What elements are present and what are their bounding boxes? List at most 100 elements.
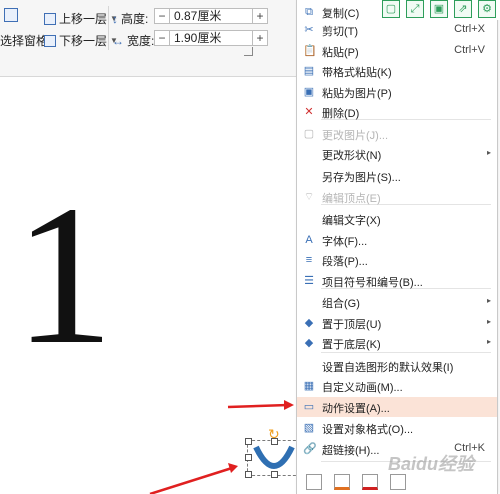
bring-to-front-icon: ◆ [304, 317, 314, 329]
action-settings-icon: ▭ [303, 401, 315, 413]
change-image-icon: ▢ [303, 128, 315, 140]
paste-format-icon: ▤ [303, 65, 315, 77]
height-label: 高度: [121, 12, 149, 26]
arc-shape-icon [253, 445, 295, 469]
paste-image-icon: ▣ [303, 86, 315, 98]
slide-big-number[interactable]: 1 [14, 176, 114, 376]
ribbon-toolbar: 选择窗格 上移一层 ▼ 下移一层 ▼ ↕ 高度: − 0.87厘米 + ↔ 宽度… [0, 0, 296, 77]
menu-item-16[interactable]: ◆ 置于底层(K) ▸ [297, 333, 497, 353]
selection-pane-button[interactable]: 选择窗格 [0, 32, 48, 49]
menu-item-label: 剪切(T) [322, 26, 359, 38]
menu-item-6: ▢ 更改图片(J)... [297, 124, 497, 144]
menu-item-label: 字体(F)... [322, 236, 368, 248]
width-icon: ↔ [112, 33, 124, 48]
quick-action-bar: ▢ ⤢ ▣ ⇗ ⚙ [378, 0, 500, 20]
resize-handle[interactable] [245, 471, 252, 478]
resize-handle[interactable] [245, 454, 252, 461]
selection-pane-icon-wrap[interactable] [4, 8, 18, 22]
resize-handle[interactable] [271, 471, 278, 478]
bring-forward-button[interactable]: 上移一层 ▼ [44, 10, 118, 27]
width-increase-button[interactable]: + [252, 30, 268, 46]
animation-icon: ▦ [303, 380, 315, 392]
delete-icon: ✕ [304, 106, 314, 118]
width-input[interactable]: 1.90厘米 [170, 30, 252, 46]
menu-item-17[interactable]: 设置自选图形的默认效果(I) [297, 356, 497, 376]
crop-icon[interactable]: ▢ [382, 0, 400, 18]
menu-item-3[interactable]: ▤ 带格式粘贴(K) [297, 61, 497, 81]
send-to-back-icon: ◆ [304, 337, 314, 349]
arrow-head-icon [228, 463, 238, 473]
selection-pane-label: 选择窗格 [0, 34, 49, 48]
height-decrease-button[interactable]: − [154, 8, 170, 24]
fullscreen-icon[interactable]: ⤢ [406, 0, 424, 18]
format-object-icon: ▧ [303, 422, 315, 434]
menu-item-18[interactable]: ▦ 自定义动画(M)... [297, 376, 497, 396]
save-icon[interactable]: ▣ [430, 0, 448, 18]
menu-item-label: 带格式粘贴(K) [322, 67, 392, 79]
resize-handle[interactable] [245, 438, 252, 445]
menu-item-9: ⌔ 编辑顶点(E) [297, 187, 497, 207]
menu-item-label: 组合(G) [322, 298, 360, 310]
context-menu: ⧉ 复制(C) ✂ 剪切(T) Ctrl+X 📋 粘贴(P) Ctrl+V ▤ 带格式粘贴(K) ▣… [296, 0, 498, 494]
scissors-icon: ✂ [304, 24, 314, 36]
watermark: Baidu经验 [388, 454, 475, 474]
menu-item-label: 更改形状(N) [322, 150, 382, 162]
menu-item-13[interactable]: ☰ 项目符号和编号(B)... [297, 271, 497, 291]
submenu-arrow-icon: ▸ [486, 296, 491, 305]
arrow-to-shape [149, 466, 233, 494]
menu-item-5[interactable]: ✕ 删除(D) [297, 102, 497, 122]
width-stepper[interactable]: − 1.90厘米 + [154, 30, 268, 46]
size-dialog-launcher-icon[interactable] [244, 47, 253, 56]
settings-icon[interactable]: ⚙ [478, 0, 496, 18]
submenu-arrow-icon: ▸ [486, 317, 491, 326]
bullets-icon: ☰ [304, 275, 314, 287]
width-decrease-button[interactable]: − [154, 30, 170, 46]
menu-item-label: 粘贴为图片(P) [322, 88, 392, 100]
arrow-head-icon [284, 400, 294, 410]
mini-toolbar [300, 474, 446, 494]
outline-color-icon[interactable] [362, 474, 378, 490]
submenu-arrow-icon: ▸ [486, 148, 491, 157]
fill-color-icon[interactable] [334, 474, 350, 490]
menu-item-2[interactable]: 📋 粘贴(P) Ctrl+V [297, 41, 497, 61]
arrow-to-action-settings [227, 403, 289, 409]
resize-handle[interactable] [271, 438, 278, 445]
paragraph-icon: ≡ [305, 254, 313, 266]
menu-item-label: 粘贴(P) [322, 47, 359, 59]
share-icon[interactable]: ⇗ [454, 0, 472, 18]
height-increase-button[interactable]: + [252, 8, 268, 24]
height-icon: ↕ [112, 11, 118, 26]
width-label-wrap: ↔ 宽度: [112, 32, 154, 49]
menu-item-15[interactable]: ◆ 置于顶层(U) ▸ [297, 313, 497, 333]
submenu-arrow-icon: ▸ [486, 337, 491, 346]
menu-item-8[interactable]: 另存为图片(S)... [297, 166, 497, 186]
menu-item-14[interactable]: 组合(G) ▸ [297, 292, 497, 312]
effects-icon[interactable] [390, 474, 406, 490]
bring-forward-icon [44, 12, 56, 25]
height-stepper[interactable]: − 0.87厘米 + [154, 8, 268, 24]
send-backward-icon [44, 34, 56, 47]
height-label-wrap: ↕ 高度: [112, 10, 148, 27]
menu-item-20[interactable]: ▧ 设置对象格式(O)... [297, 418, 497, 438]
menu-item-4[interactable]: ▣ 粘贴为图片(P) [297, 82, 497, 102]
menu-item-12[interactable]: ≡ 段落(P)... [297, 250, 497, 270]
menu-item-label: 超链接(H)... [322, 445, 380, 457]
ribbon-divider [108, 6, 109, 50]
menu-item-1[interactable]: ✂ 剪切(T) Ctrl+X [297, 20, 497, 40]
menu-item-label: 设置自选图形的默认效果(I) [322, 362, 454, 374]
menu-item-label: 设置对象格式(O)... [322, 424, 414, 436]
menu-item-7[interactable]: 更改形状(N) ▸ [297, 144, 497, 164]
menu-item-19[interactable]: ▭ 动作设置(A)... [297, 397, 497, 417]
send-backward-button[interactable]: 下移一层 ▼ [44, 32, 118, 49]
menu-item-label: 更改图片(J)... [322, 130, 388, 142]
menu-item-label: 段落(P)... [322, 256, 368, 268]
height-input[interactable]: 0.87厘米 [170, 8, 252, 24]
menu-item-label: 编辑文字(X) [322, 215, 381, 227]
edit-shape-icon[interactable] [306, 474, 322, 490]
menu-item-shortcut: Ctrl+V [454, 44, 485, 56]
selected-shape[interactable] [245, 438, 303, 478]
menu-item-11[interactable]: A 字体(F)... [297, 230, 497, 250]
menu-item-label: 复制(C) [322, 8, 360, 20]
bring-forward-label: 上移一层 [59, 12, 108, 26]
menu-item-10[interactable]: 编辑文字(X) [297, 209, 497, 229]
